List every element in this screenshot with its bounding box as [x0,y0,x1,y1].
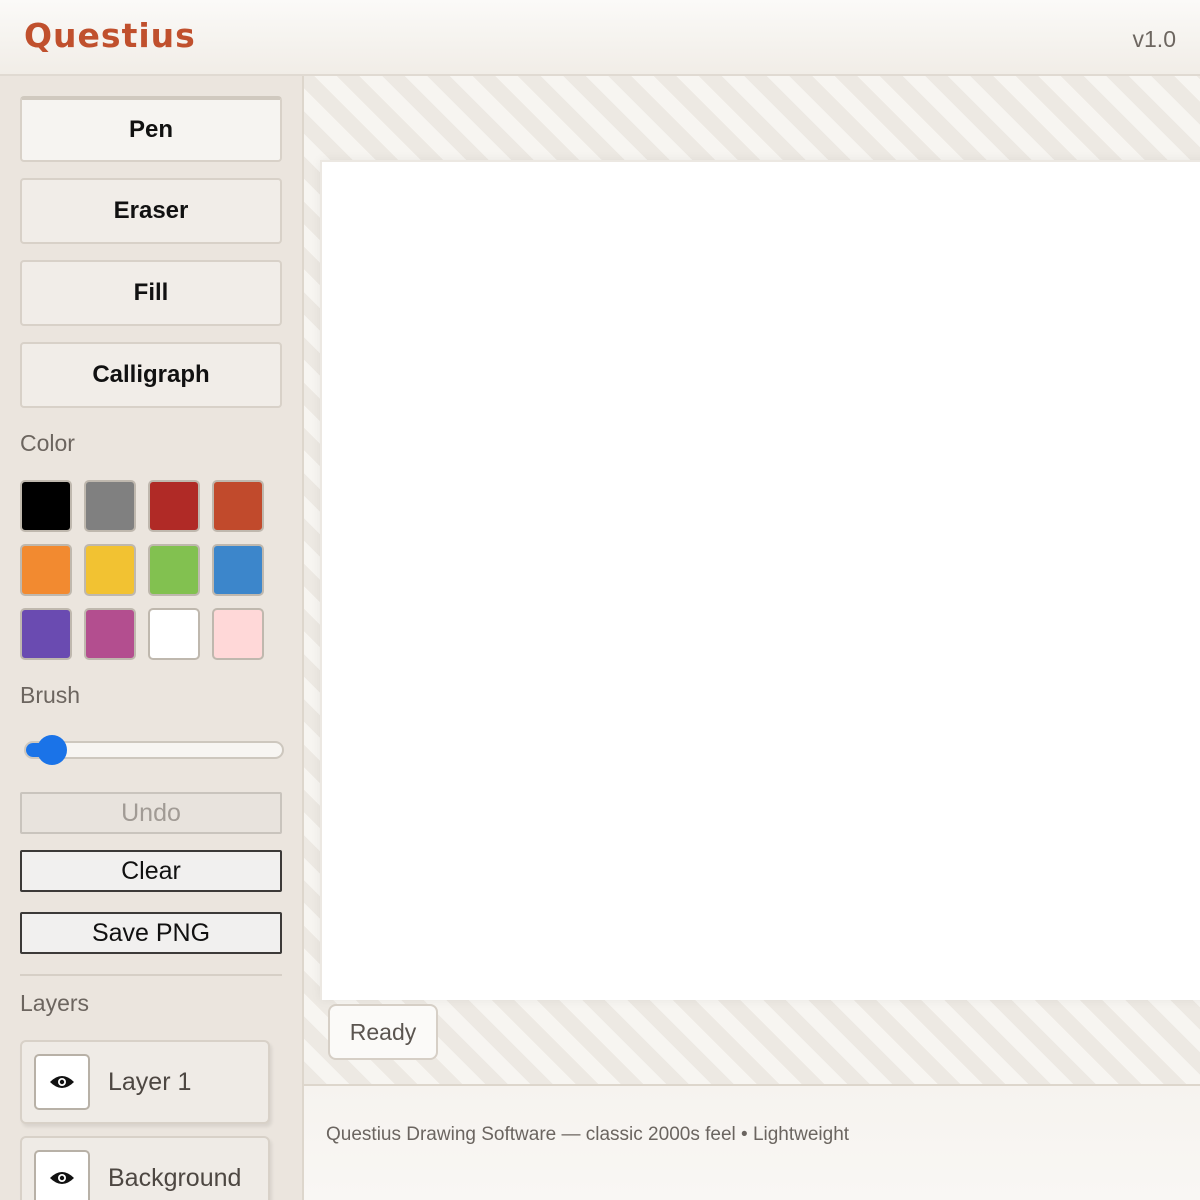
fill-tool-button[interactable]: Fill [20,260,282,326]
color-swatch[interactable] [20,480,72,532]
footer-text: Questius Drawing Software — classic 2000… [326,1124,850,1145]
layer-item-background[interactable]: Background [20,1136,270,1200]
canvas-area: Ready [304,76,1200,1084]
app-title: Questius [24,16,196,55]
calligraph-tool-button[interactable]: Calligraph [20,342,282,408]
brush-size-thumb[interactable] [37,735,67,765]
color-swatch[interactable] [212,544,264,596]
layer-visibility-toggle[interactable] [34,1054,90,1110]
eye-icon [50,1172,74,1184]
undo-button[interactable]: Undo [20,792,282,834]
eye-icon [50,1076,74,1088]
color-swatch[interactable] [212,608,264,660]
layer-name: Background [108,1164,242,1192]
color-swatch[interactable] [212,480,264,532]
color-swatch[interactable] [84,480,136,532]
status-indicator: Ready [328,1004,438,1060]
save-png-button[interactable]: Save PNG [20,912,282,954]
color-swatch[interactable] [84,544,136,596]
eraser-tool-button[interactable]: Eraser [20,178,282,244]
color-swatch[interactable] [20,544,72,596]
pen-tool-button[interactable]: Pen [20,96,282,162]
color-swatch[interactable] [148,480,200,532]
clear-button[interactable]: Clear [20,850,282,892]
sidebar-divider [20,974,282,976]
color-section-label: Color [20,430,75,456]
app-header: Questius v1.0 [0,0,1200,76]
layer-visibility-toggle[interactable] [34,1150,90,1200]
layer-name: Layer 1 [108,1068,192,1096]
color-swatch[interactable] [148,608,200,660]
color-swatch[interactable] [84,608,136,660]
drawing-canvas[interactable] [320,160,1200,1000]
color-swatch[interactable] [148,544,200,596]
layer-item-layer-1[interactable]: Layer 1 [20,1040,270,1124]
color-swatch[interactable] [20,608,72,660]
layers-section-label: Layers [20,990,90,1016]
tool-sidebar: Pen Eraser Fill Calligraph Color Brush U… [0,76,304,1200]
app-footer: Questius Drawing Software — classic 2000… [304,1084,1200,1200]
version-label: v1.0 [1132,26,1176,52]
brush-section-label: Brush [20,682,81,708]
